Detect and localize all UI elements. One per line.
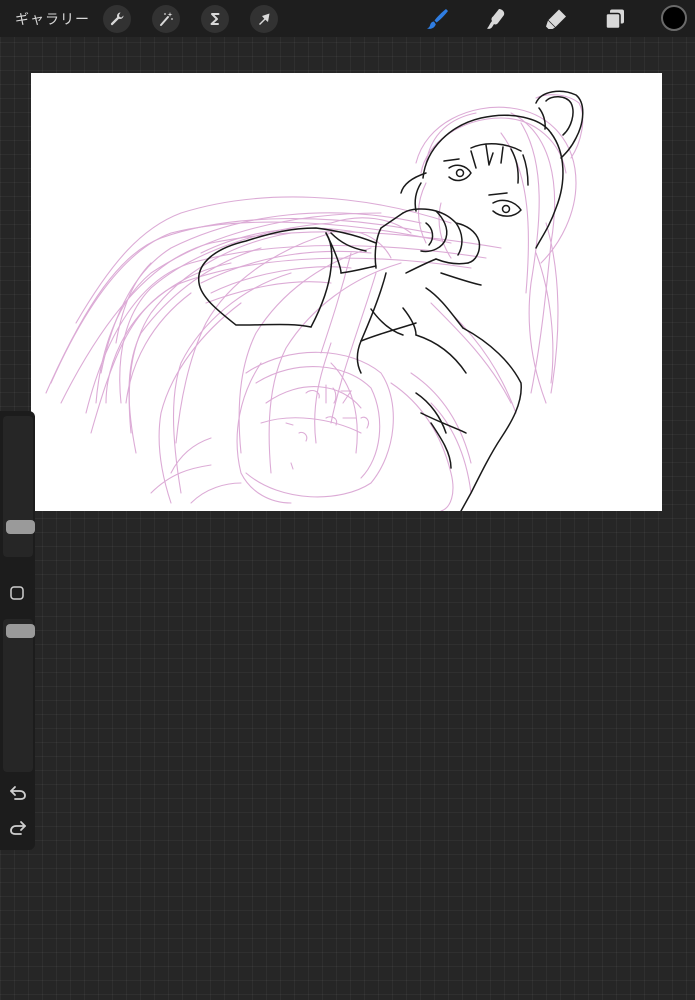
redo-button[interactable] <box>8 817 28 837</box>
sketch-artwork <box>45 90 584 511</box>
actions-button[interactable] <box>103 5 131 33</box>
arrow-cursor-icon <box>259 13 270 25</box>
color-picker-button[interactable] <box>661 5 687 31</box>
layers-button[interactable] <box>601 5 629 33</box>
gallery-button[interactable]: ギャラリー <box>15 9 90 29</box>
brush-size-slider[interactable] <box>3 416 35 557</box>
smudge-tool-button[interactable] <box>482 5 510 33</box>
drawing-canvas[interactable] <box>31 73 662 511</box>
redo-icon <box>10 821 26 835</box>
eraser-tool-button[interactable] <box>542 5 570 33</box>
adjustments-button[interactable] <box>152 5 180 33</box>
selection-s-icon <box>210 13 220 25</box>
magic-wand-icon <box>160 12 173 26</box>
layers-icon <box>605 9 624 30</box>
undo-button[interactable] <box>8 782 28 802</box>
top-toolbar: ギャラリー <box>0 0 695 37</box>
undo-icon <box>10 786 26 800</box>
selection-button[interactable] <box>201 5 229 33</box>
eraser-icon <box>546 9 566 29</box>
square-outline-icon <box>10 586 24 600</box>
wrench-icon <box>110 12 124 26</box>
smudge-icon <box>487 9 505 29</box>
procreate-workspace: ギャラリー <box>0 0 695 1000</box>
opacity-knob[interactable] <box>6 624 35 639</box>
opacity-slider[interactable] <box>3 619 35 772</box>
modify-button[interactable] <box>9 585 25 601</box>
left-sidebar <box>0 411 35 850</box>
brush-icon <box>427 9 448 29</box>
brush-size-knob[interactable] <box>6 519 35 534</box>
transform-button[interactable] <box>250 5 278 33</box>
brush-tool-button[interactable] <box>423 5 451 33</box>
